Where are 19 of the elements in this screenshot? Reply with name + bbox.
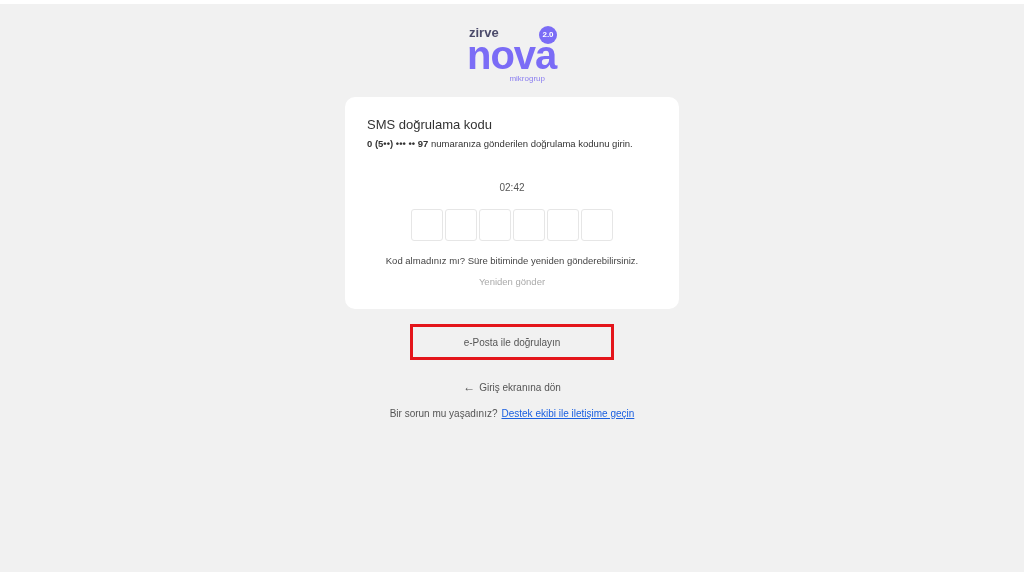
support-link[interactable]: Destek ekibi ile iletişime geçin <box>501 408 635 419</box>
code-digit-field[interactable] <box>547 209 579 241</box>
resend-hint: Kod almadınız mı? Süre bitiminde yeniden gönderebilirsiniz. <box>385 255 639 266</box>
code-digit-field[interactable] <box>513 209 545 241</box>
back-arrow-icon: ← <box>463 382 476 393</box>
code-digit-field[interactable] <box>411 209 443 241</box>
countdown-timer: 02:42 <box>499 182 525 193</box>
logo-sub-text: mikrogrup <box>509 75 545 83</box>
code-digit-field[interactable] <box>581 209 613 241</box>
back-link[interactable]: ← Giriş ekranına dön <box>463 382 561 393</box>
support-question: Bir sorun mu yaşadınız? <box>389 408 498 419</box>
logo-top-text: zirve <box>469 26 499 39</box>
card-message: 0 (5••) ••• •• 97 numaranıza gönderilen doğrulama kodunu girin. <box>367 138 634 149</box>
back-link-label[interactable]: Giriş ekranına dön <box>479 382 561 393</box>
card-title: SMS doğrulama kodu <box>367 117 493 132</box>
code-digit-field[interactable] <box>479 209 511 241</box>
email-verify-button[interactable]: e-Posta ile doğrulayın <box>410 324 614 360</box>
version-badge: 2.0 <box>539 26 557 44</box>
code-digit-field[interactable] <box>445 209 477 241</box>
